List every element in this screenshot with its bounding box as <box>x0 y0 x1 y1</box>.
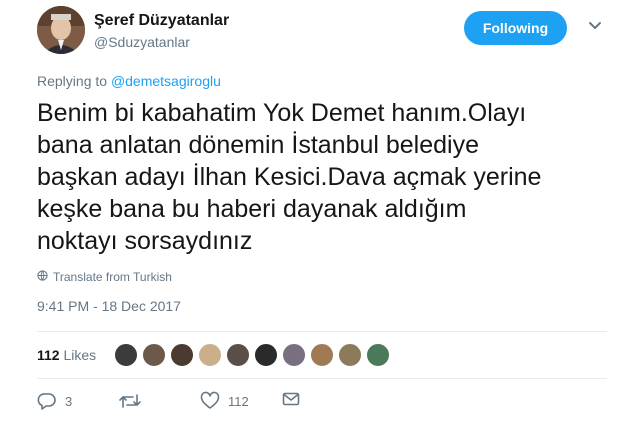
like-button[interactable]: 112 <box>200 391 249 411</box>
likes-number: 112 <box>37 347 60 363</box>
mention-link[interactable]: @demetsagiroglu <box>111 73 221 89</box>
likes-label: Likes <box>63 347 97 363</box>
tweet-line: başkan adayı İlhan Kesici.Dava açmak yer… <box>37 163 542 191</box>
globe-icon <box>37 270 48 284</box>
reply-count: 3 <box>65 393 73 409</box>
liker-avatar[interactable] <box>282 343 307 367</box>
following-button[interactable]: Following <box>464 11 567 45</box>
like-count: 112 <box>228 393 249 409</box>
chevron-down-icon[interactable] <box>587 18 603 34</box>
tweet-text: Benim bi kabahatim Yok Demet hanım.Olayı… <box>37 97 607 257</box>
divider <box>37 378 607 379</box>
liker-avatar[interactable] <box>226 343 251 367</box>
liker-avatar[interactable] <box>310 343 335 367</box>
reply-prefix: Replying to <box>37 73 108 89</box>
liker-avatars <box>114 343 394 367</box>
avatar[interactable] <box>37 6 85 54</box>
translate-label: Translate from Turkish <box>53 270 172 284</box>
tweet-header: Şeref Düzyatanlar @Sduzyatanlar Followin… <box>37 6 612 56</box>
tweet-line: noktayı sorsaydınız <box>37 227 253 255</box>
translate-link[interactable]: Translate from Turkish <box>37 270 172 284</box>
likes-count[interactable]: 112 Likes <box>37 347 96 363</box>
liker-avatar[interactable] <box>198 343 223 367</box>
liker-avatar[interactable] <box>142 343 167 367</box>
envelope-icon <box>282 391 300 407</box>
retweet-button[interactable] <box>119 391 141 411</box>
heart-icon <box>200 391 220 411</box>
reply-context: Replying to @demetsagiroglu <box>37 73 221 89</box>
likes-row: 112 Likes <box>37 342 394 368</box>
tweet-line: keşke bana bu haberi dayanak aldığım <box>37 195 467 223</box>
reply-icon <box>37 391 57 411</box>
retweet-icon <box>119 391 141 411</box>
direct-message-button[interactable] <box>282 391 300 407</box>
liker-avatar[interactable] <box>170 343 195 367</box>
divider <box>37 331 607 332</box>
display-name[interactable]: Şeref Düzyatanlar <box>94 11 229 31</box>
reply-button[interactable]: 3 <box>37 391 72 411</box>
liker-avatar[interactable] <box>114 343 139 367</box>
liker-avatar[interactable] <box>338 343 363 367</box>
liker-avatar[interactable] <box>254 343 279 367</box>
timestamp[interactable]: 9:41 PM - 18 Dec 2017 <box>37 298 181 314</box>
user-handle[interactable]: @Sduzyatanlar <box>94 33 229 51</box>
liker-avatar[interactable] <box>366 343 391 367</box>
tweet-line: bana anlatan dönemin İstanbul belediye <box>37 131 480 159</box>
tweet-line: Benim bi kabahatim Yok Demet hanım.Olayı <box>37 99 527 127</box>
